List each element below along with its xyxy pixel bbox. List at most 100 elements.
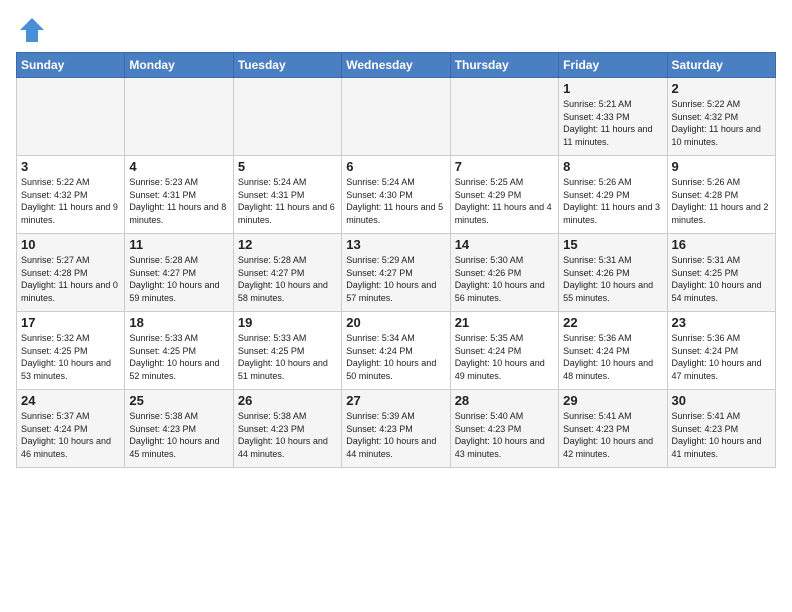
calendar-cell: 22 Sunrise: 5:36 AM Sunset: 4:24 PM Dayli… [559, 312, 667, 390]
cell-content: Sunrise: 5:40 AM Sunset: 4:23 PM Dayligh… [455, 410, 554, 460]
cell-content: Sunrise: 5:28 AM Sunset: 4:27 PM Dayligh… [238, 254, 337, 304]
cell-content: Sunrise: 5:24 AM Sunset: 4:30 PM Dayligh… [346, 176, 445, 226]
day-number: 3 [21, 159, 120, 174]
day-number: 21 [455, 315, 554, 330]
calendar-cell: 20 Sunrise: 5:34 AM Sunset: 4:24 PM Dayli… [342, 312, 450, 390]
header-cell-friday: Friday [559, 53, 667, 78]
cell-content: Sunrise: 5:38 AM Sunset: 4:23 PM Dayligh… [238, 410, 337, 460]
header-cell-thursday: Thursday [450, 53, 558, 78]
cell-content: Sunrise: 5:37 AM Sunset: 4:24 PM Dayligh… [21, 410, 120, 460]
cell-content: Sunrise: 5:32 AM Sunset: 4:25 PM Dayligh… [21, 332, 120, 382]
day-number: 24 [21, 393, 120, 408]
cell-content: Sunrise: 5:31 AM Sunset: 4:26 PM Dayligh… [563, 254, 662, 304]
cell-content: Sunrise: 5:25 AM Sunset: 4:29 PM Dayligh… [455, 176, 554, 226]
cell-content: Sunrise: 5:36 AM Sunset: 4:24 PM Dayligh… [563, 332, 662, 382]
calendar-cell: 23Sunrise: 5:36 AM Sunset: 4:24 PM Dayli… [667, 312, 775, 390]
cell-content: Sunrise: 5:24 AM Sunset: 4:31 PM Dayligh… [238, 176, 337, 226]
calendar-cell: 12 Sunrise: 5:28 AM Sunset: 4:27 PM Dayli… [233, 234, 341, 312]
day-number: 6 [346, 159, 445, 174]
cell-content: Sunrise: 5:41 AM Sunset: 4:23 PM Dayligh… [672, 410, 771, 460]
logo-icon [18, 16, 46, 44]
calendar-cell: 11Sunrise: 5:28 AM Sunset: 4:27 PM Dayli… [125, 234, 233, 312]
calendar-cell: 19Sunrise: 5:33 AM Sunset: 4:25 PM Dayli… [233, 312, 341, 390]
header-row: SundayMondayTuesdayWednesdayThursdayFrid… [17, 53, 776, 78]
calendar-cell: 27 Sunrise: 5:39 AM Sunset: 4:23 PM Dayli… [342, 390, 450, 468]
day-number: 9 [672, 159, 771, 174]
calendar-cell: 9 Sunrise: 5:26 AM Sunset: 4:28 PM Daylig… [667, 156, 775, 234]
cell-content: Sunrise: 5:38 AM Sunset: 4:23 PM Dayligh… [129, 410, 228, 460]
header-cell-saturday: Saturday [667, 53, 775, 78]
day-number: 16 [672, 237, 771, 252]
header-area [16, 12, 776, 44]
cell-content: Sunrise: 5:39 AM Sunset: 4:23 PM Dayligh… [346, 410, 445, 460]
calendar-cell: 3 Sunrise: 5:22 AM Sunset: 4:32 PM Daylig… [17, 156, 125, 234]
cell-content: Sunrise: 5:31 AM Sunset: 4:25 PM Dayligh… [672, 254, 771, 304]
calendar-row-2: 10 Sunrise: 5:27 AM Sunset: 4:28 PM Dayli… [17, 234, 776, 312]
calendar-cell [125, 78, 233, 156]
cell-content: Sunrise: 5:33 AM Sunset: 4:25 PM Dayligh… [238, 332, 337, 382]
calendar-cell: 2 Sunrise: 5:22 AM Sunset: 4:32 PM Daylig… [667, 78, 775, 156]
day-number: 25 [129, 393, 228, 408]
calendar-cell: 6 Sunrise: 5:24 AM Sunset: 4:30 PM Daylig… [342, 156, 450, 234]
day-number: 30 [672, 393, 771, 408]
calendar-cell: 14Sunrise: 5:30 AM Sunset: 4:26 PM Dayli… [450, 234, 558, 312]
day-number: 11 [129, 237, 228, 252]
day-number: 23 [672, 315, 771, 330]
day-number: 18 [129, 315, 228, 330]
cell-content: Sunrise: 5:22 AM Sunset: 4:32 PM Dayligh… [21, 176, 120, 226]
header-cell-wednesday: Wednesday [342, 53, 450, 78]
day-number: 2 [672, 81, 771, 96]
cell-content: Sunrise: 5:26 AM Sunset: 4:28 PM Dayligh… [672, 176, 771, 226]
cell-content: Sunrise: 5:21 AM Sunset: 4:33 PM Dayligh… [563, 98, 662, 148]
calendar-cell: 10 Sunrise: 5:27 AM Sunset: 4:28 PM Dayli… [17, 234, 125, 312]
calendar-cell: 25 Sunrise: 5:38 AM Sunset: 4:23 PM Dayli… [125, 390, 233, 468]
calendar-cell: 7 Sunrise: 5:25 AM Sunset: 4:29 PM Daylig… [450, 156, 558, 234]
calendar-header: SundayMondayTuesdayWednesdayThursdayFrid… [17, 53, 776, 78]
calendar-body: 1Sunrise: 5:21 AM Sunset: 4:33 PM Daylig… [17, 78, 776, 468]
calendar-row-1: 3 Sunrise: 5:22 AM Sunset: 4:32 PM Daylig… [17, 156, 776, 234]
header-cell-sunday: Sunday [17, 53, 125, 78]
day-number: 5 [238, 159, 337, 174]
day-number: 26 [238, 393, 337, 408]
calendar-cell: 16 Sunrise: 5:31 AM Sunset: 4:25 PM Dayli… [667, 234, 775, 312]
cell-content: Sunrise: 5:22 AM Sunset: 4:32 PM Dayligh… [672, 98, 771, 148]
calendar-cell [233, 78, 341, 156]
day-number: 28 [455, 393, 554, 408]
day-number: 7 [455, 159, 554, 174]
cell-content: Sunrise: 5:29 AM Sunset: 4:27 PM Dayligh… [346, 254, 445, 304]
header-cell-tuesday: Tuesday [233, 53, 341, 78]
cell-content: Sunrise: 5:27 AM Sunset: 4:28 PM Dayligh… [21, 254, 120, 304]
header-cell-monday: Monday [125, 53, 233, 78]
calendar-cell: 1Sunrise: 5:21 AM Sunset: 4:33 PM Daylig… [559, 78, 667, 156]
calendar-cell: 13 Sunrise: 5:29 AM Sunset: 4:27 PM Dayli… [342, 234, 450, 312]
day-number: 29 [563, 393, 662, 408]
cell-content: Sunrise: 5:41 AM Sunset: 4:23 PM Dayligh… [563, 410, 662, 460]
calendar-table: SundayMondayTuesdayWednesdayThursdayFrid… [16, 52, 776, 468]
calendar-row-4: 24 Sunrise: 5:37 AM Sunset: 4:24 PM Dayli… [17, 390, 776, 468]
calendar-row-0: 1Sunrise: 5:21 AM Sunset: 4:33 PM Daylig… [17, 78, 776, 156]
calendar-row-3: 17Sunrise: 5:32 AM Sunset: 4:25 PM Dayli… [17, 312, 776, 390]
calendar-cell: 21Sunrise: 5:35 AM Sunset: 4:24 PM Dayli… [450, 312, 558, 390]
cell-content: Sunrise: 5:26 AM Sunset: 4:29 PM Dayligh… [563, 176, 662, 226]
cell-content: Sunrise: 5:23 AM Sunset: 4:31 PM Dayligh… [129, 176, 228, 226]
day-number: 20 [346, 315, 445, 330]
calendar-page: SundayMondayTuesdayWednesdayThursdayFrid… [0, 0, 792, 612]
day-number: 22 [563, 315, 662, 330]
calendar-cell: 15Sunrise: 5:31 AM Sunset: 4:26 PM Dayli… [559, 234, 667, 312]
day-number: 13 [346, 237, 445, 252]
cell-content: Sunrise: 5:34 AM Sunset: 4:24 PM Dayligh… [346, 332, 445, 382]
day-number: 8 [563, 159, 662, 174]
day-number: 10 [21, 237, 120, 252]
calendar-cell: 24 Sunrise: 5:37 AM Sunset: 4:24 PM Dayli… [17, 390, 125, 468]
cell-content: Sunrise: 5:30 AM Sunset: 4:26 PM Dayligh… [455, 254, 554, 304]
calendar-cell: 8 Sunrise: 5:26 AM Sunset: 4:29 PM Daylig… [559, 156, 667, 234]
calendar-cell: 29 Sunrise: 5:41 AM Sunset: 4:23 PM Dayli… [559, 390, 667, 468]
calendar-cell [342, 78, 450, 156]
day-number: 12 [238, 237, 337, 252]
calendar-cell: 5 Sunrise: 5:24 AM Sunset: 4:31 PM Daylig… [233, 156, 341, 234]
calendar-cell: 26 Sunrise: 5:38 AM Sunset: 4:23 PM Dayli… [233, 390, 341, 468]
calendar-cell: 28 Sunrise: 5:40 AM Sunset: 4:23 PM Dayli… [450, 390, 558, 468]
calendar-cell [450, 78, 558, 156]
day-number: 27 [346, 393, 445, 408]
day-number: 4 [129, 159, 228, 174]
